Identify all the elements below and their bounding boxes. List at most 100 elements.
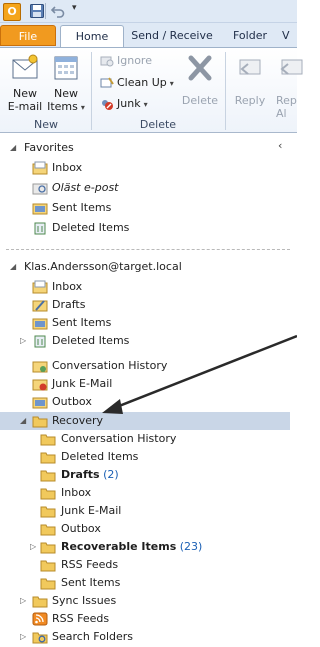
quick-access-toolbar: O ▾ xyxy=(0,0,297,23)
folder-icon xyxy=(40,560,56,572)
customize-qat-button[interactable]: ▾ xyxy=(72,3,77,13)
folder-item-recovery-drafts[interactable]: Drafts (2) xyxy=(0,466,297,484)
new-items-label-line1: New xyxy=(54,87,78,100)
new-email-label-line2: E-mail xyxy=(7,100,43,113)
folder-label: Outbox xyxy=(61,522,101,535)
folder-icon xyxy=(32,596,48,608)
folder-item-sent[interactable]: Sent Items xyxy=(0,314,297,332)
group-divider xyxy=(91,52,92,130)
folder-label: Inbox xyxy=(61,486,92,499)
folder-item-recovery-deleted[interactable]: Deleted Items xyxy=(0,448,297,466)
folder-icon xyxy=(40,506,56,518)
ribbon-home: New E-mail New Items ▾ New Ignore Clean U… xyxy=(0,47,303,133)
folder-item-recovery-sent[interactable]: Sent Items xyxy=(0,574,297,592)
conversation-folder-icon xyxy=(32,361,48,373)
favorite-item-sent[interactable]: Sent Items xyxy=(0,199,297,217)
folder-item-recovery[interactable]: ◢ Recovery xyxy=(0,412,290,430)
save-icon[interactable] xyxy=(29,3,45,19)
folder-item-recovery-inbox[interactable]: Inbox xyxy=(0,484,297,502)
folder-label: Conversation History xyxy=(52,359,168,372)
inbox-folder-icon xyxy=(32,161,48,175)
folder-label: Deleted Items xyxy=(52,334,130,347)
deleted-folder-icon xyxy=(34,335,46,348)
favorites-header[interactable]: ◢ Favorites xyxy=(0,139,280,157)
folder-item-recovery-conversation-history[interactable]: Conversation History xyxy=(0,430,297,448)
folder-item-junk[interactable]: Junk E-Mail xyxy=(0,375,297,393)
folder-icon xyxy=(40,578,56,590)
folder-label: Sent Items xyxy=(52,201,112,214)
folder-item-recovery-junk[interactable]: Junk E-Mail xyxy=(0,502,297,520)
folder-item-drafts[interactable]: Drafts xyxy=(0,296,297,314)
outlook-logo-icon: O xyxy=(3,3,21,21)
tab-file[interactable]: File xyxy=(0,25,56,46)
collapse-triangle-icon[interactable]: ◢ xyxy=(20,412,30,430)
folder-icon xyxy=(40,434,56,446)
folder-label: RSS Feeds xyxy=(61,558,119,571)
delete-x-icon xyxy=(188,55,212,81)
tab-send-receive[interactable]: Send / Receive xyxy=(130,25,214,46)
rss-folder-icon xyxy=(32,612,48,626)
reply-all-button[interactable]: Rep Al xyxy=(276,52,303,120)
folder-item-recoverable-items[interactable]: ▷ Recoverable Items (23) xyxy=(0,538,297,556)
sent-folder-icon xyxy=(32,203,48,215)
favorites-title: Favorites xyxy=(24,141,74,154)
clean-up-icon xyxy=(100,77,114,88)
folder-item-deleted[interactable]: ▷ Deleted Items xyxy=(0,332,297,350)
favorite-item-inbox[interactable]: Inbox xyxy=(0,159,297,177)
sent-folder-icon xyxy=(32,318,48,330)
favorite-item-deleted[interactable]: Deleted Items xyxy=(0,219,297,237)
folder-item-inbox[interactable]: Inbox xyxy=(0,278,297,296)
folder-label: Recovery xyxy=(52,414,104,427)
tab-home[interactable]: Home xyxy=(60,25,124,47)
folder-icon xyxy=(40,542,56,554)
collapse-triangle-icon[interactable]: ◢ xyxy=(10,258,20,276)
delete-group-label: Delete xyxy=(139,118,177,131)
junk-folder-icon xyxy=(32,379,48,391)
folder-item-search-folders[interactable]: ▷ Search Folders xyxy=(0,628,297,646)
search-folder-icon xyxy=(32,183,48,195)
new-email-icon xyxy=(12,54,38,79)
junk-button[interactable]: Junk ▾ xyxy=(100,95,148,113)
expand-triangle-icon[interactable]: ▷ xyxy=(20,592,30,610)
folder-label: Drafts xyxy=(52,298,86,311)
favorite-item-olast[interactable]: Oläst e-post xyxy=(0,179,297,197)
collapse-triangle-icon[interactable]: ◢ xyxy=(10,139,20,157)
new-group-label: New xyxy=(34,118,58,131)
ignore-button[interactable]: Ignore xyxy=(100,52,152,70)
reply-icon xyxy=(239,59,261,75)
tab-view[interactable]: V xyxy=(282,25,302,46)
group-divider xyxy=(225,52,226,130)
drafts-folder-icon xyxy=(32,300,48,312)
reply-all-label-line1: Rep xyxy=(276,94,297,107)
folder-item-recovery-outbox[interactable]: Outbox xyxy=(0,520,297,538)
reply-all-icon xyxy=(280,59,303,75)
new-items-button[interactable]: New Items ▾ xyxy=(46,52,86,114)
folder-label: Inbox xyxy=(52,161,83,174)
expand-triangle-icon[interactable]: ▷ xyxy=(20,628,30,646)
folder-item-outbox[interactable]: Outbox xyxy=(0,393,297,411)
expand-triangle-icon[interactable]: ▷ xyxy=(30,538,40,556)
expand-triangle-icon[interactable]: ▷ xyxy=(20,332,30,350)
clean-up-button[interactable]: Clean Up ▾ xyxy=(100,74,174,92)
account-header[interactable]: ◢ Klas.Andersson@target.local xyxy=(0,258,297,276)
folder-item-rss-feeds[interactable]: RSS Feeds xyxy=(0,610,297,628)
folder-item-sync-issues[interactable]: ▷ Sync Issues xyxy=(0,592,297,610)
folder-label: RSS Feeds xyxy=(52,612,110,625)
folder-item-recovery-rss[interactable]: RSS Feeds xyxy=(0,556,297,574)
deleted-folder-icon xyxy=(34,222,46,235)
delete-label: Delete xyxy=(181,94,219,107)
undo-icon[interactable] xyxy=(50,3,66,19)
folder-item-conversation-history[interactable]: Conversation History xyxy=(0,357,297,375)
folder-label: Junk E-Mail xyxy=(52,377,113,390)
new-email-button[interactable]: New E-mail xyxy=(6,52,44,113)
folder-icon xyxy=(40,470,56,482)
folder-label: Recoverable Items (23) xyxy=(61,540,203,553)
folder-icon xyxy=(40,524,56,536)
delete-button[interactable]: Delete xyxy=(180,52,220,107)
tab-folder[interactable]: Folder xyxy=(224,25,276,46)
folder-label: Deleted Items xyxy=(61,450,139,463)
new-items-label-line2: Items ▾ xyxy=(47,100,85,113)
junk-icon xyxy=(102,100,113,110)
ignore-icon xyxy=(100,56,114,67)
reply-button[interactable]: Reply xyxy=(230,52,270,107)
